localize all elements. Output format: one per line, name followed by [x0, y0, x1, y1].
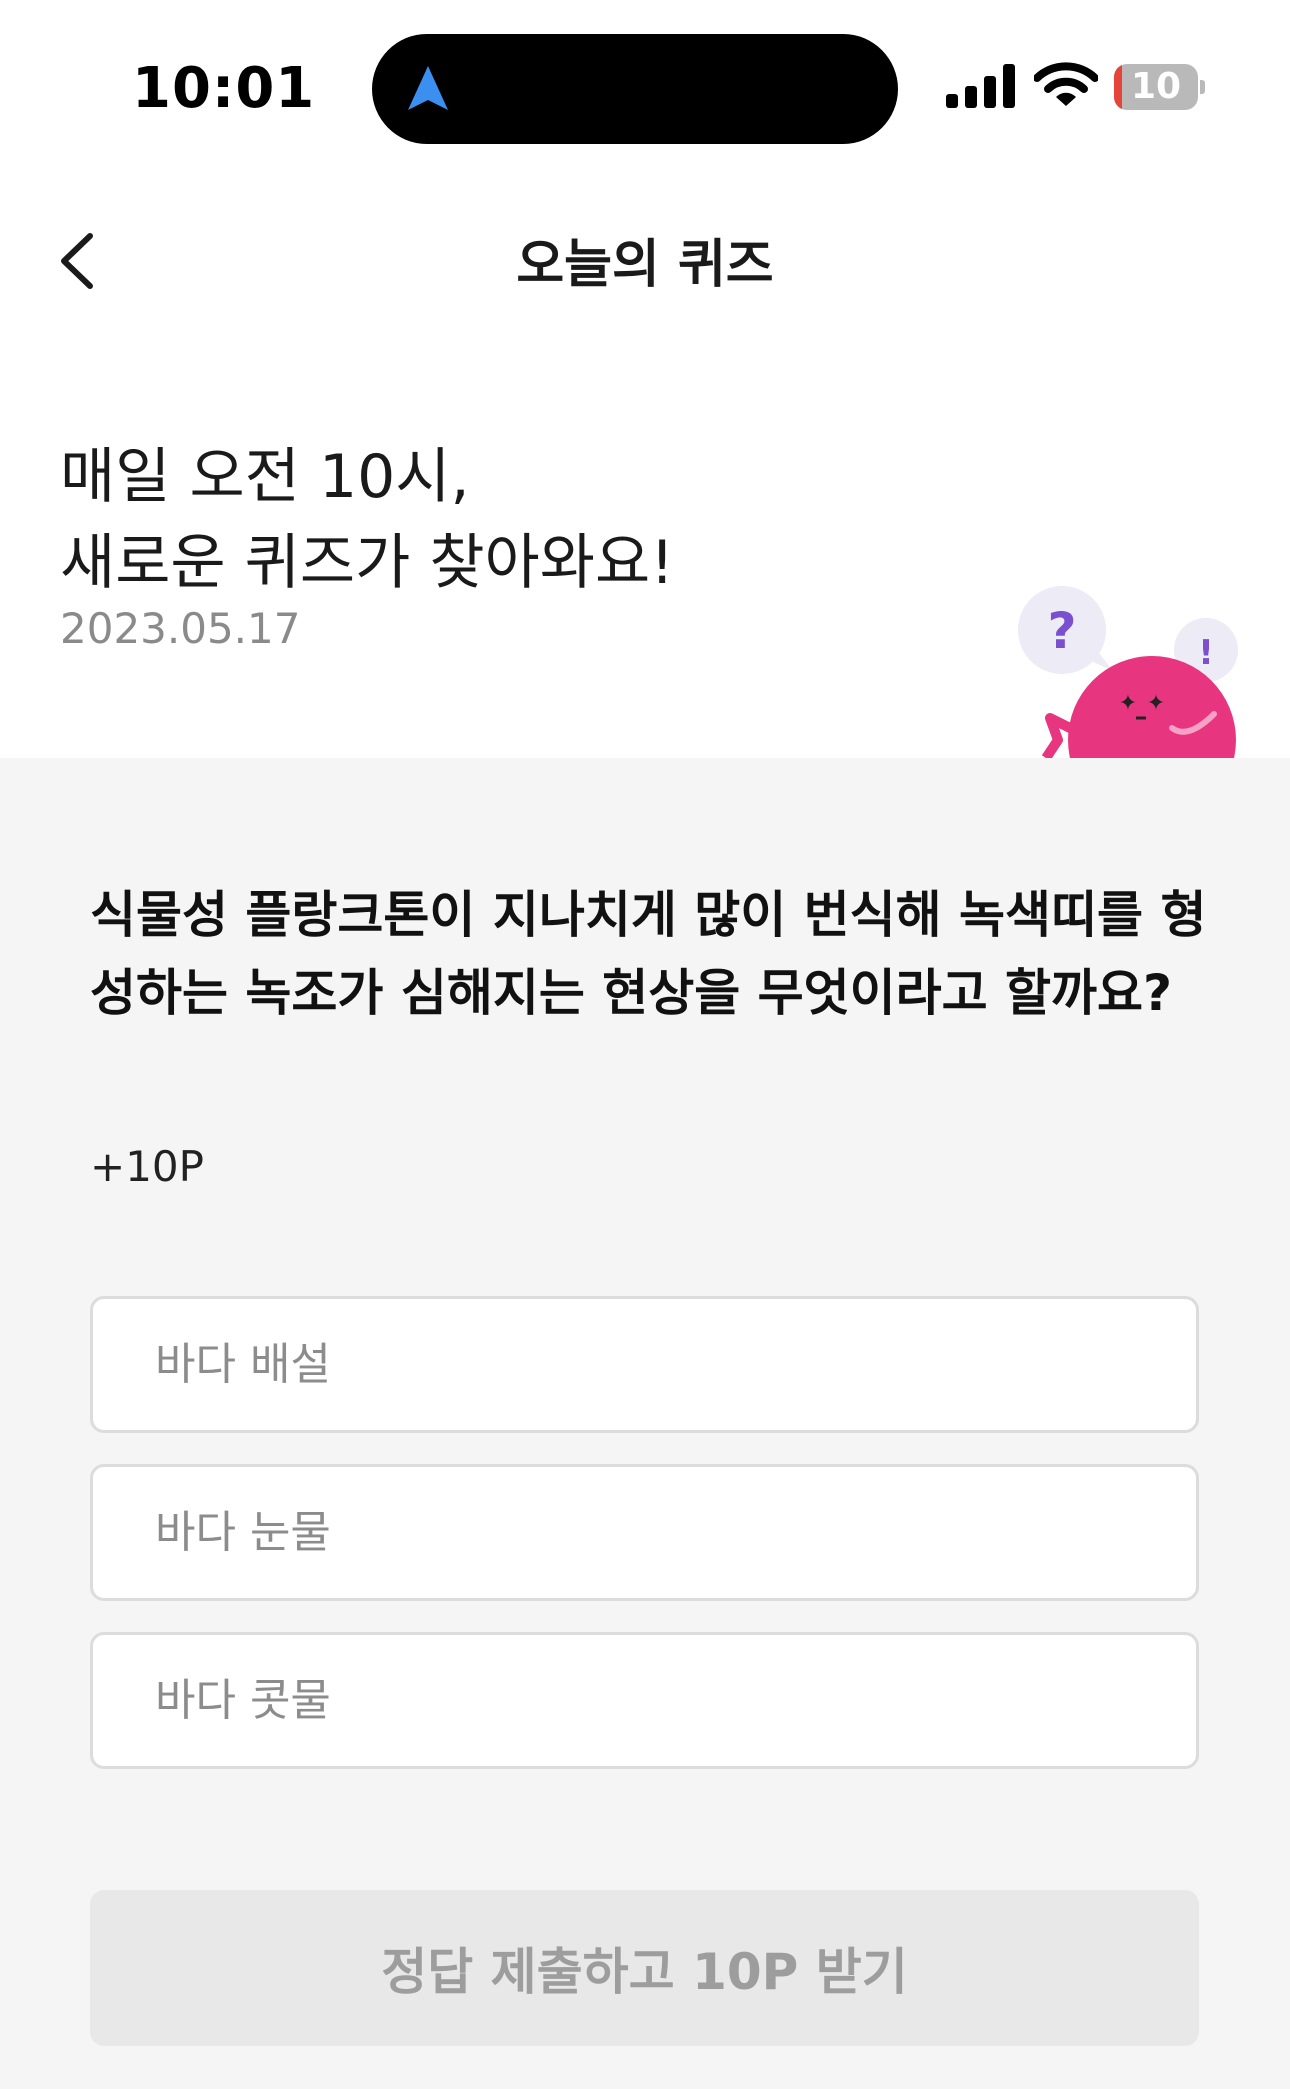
quiz-option-2[interactable]: 바다 눈물 — [90, 1464, 1199, 1601]
intro-line-1: 매일 오전 10시, — [60, 442, 470, 512]
intro-line-2: 새로운 퀴즈가 찾아와요! — [60, 528, 675, 598]
wifi-icon — [1034, 62, 1098, 106]
header-section: 10:01 10 오늘의 퀴즈 매일 오전 10시, 새로운 퀴즈가 찾아와요!… — [0, 0, 1290, 758]
quiz-question: 식물성 플랑크톤이 지나치게 많이 번식해 녹색띠를 형성하는 녹조가 심해지는… — [90, 886, 1207, 1022]
question-bubble-icon: ? — [1018, 586, 1112, 674]
navigation-arrow-icon — [408, 66, 448, 110]
question-mark-badge: ? — [1047, 602, 1076, 660]
dynamic-island — [372, 34, 898, 144]
option-label: 바다 콧물 — [155, 1675, 331, 1726]
svg-text:✦: ✦ — [1119, 691, 1137, 716]
cellular-signal-icon — [946, 64, 1016, 108]
quiz-points: +10P — [90, 1142, 204, 1191]
page-title: 오늘의 퀴즈 — [516, 235, 774, 295]
svg-text:✦: ✦ — [1147, 691, 1165, 716]
battery-icon: 10 — [1114, 64, 1205, 110]
intro-headline: 매일 오전 10시, 새로운 퀴즈가 찾아와요! — [60, 434, 674, 606]
option-label: 바다 배설 — [155, 1339, 331, 1390]
battery-level: 10 — [1130, 66, 1182, 107]
quiz-date: 2023.05.17 — [60, 604, 301, 653]
status-time: 10:01 — [132, 56, 316, 121]
submit-answer-button[interactable]: 정답 제출하고 10P 받기 — [90, 1890, 1199, 2046]
exclamation-badge: ! — [1198, 633, 1214, 673]
option-label: 바다 눈물 — [155, 1507, 331, 1558]
mascot-illustration: ? ! ✦ ✦ — [1018, 586, 1238, 758]
quiz-option-3[interactable]: 바다 콧물 — [90, 1632, 1199, 1769]
quiz-option-1[interactable]: 바다 배설 — [90, 1296, 1199, 1433]
